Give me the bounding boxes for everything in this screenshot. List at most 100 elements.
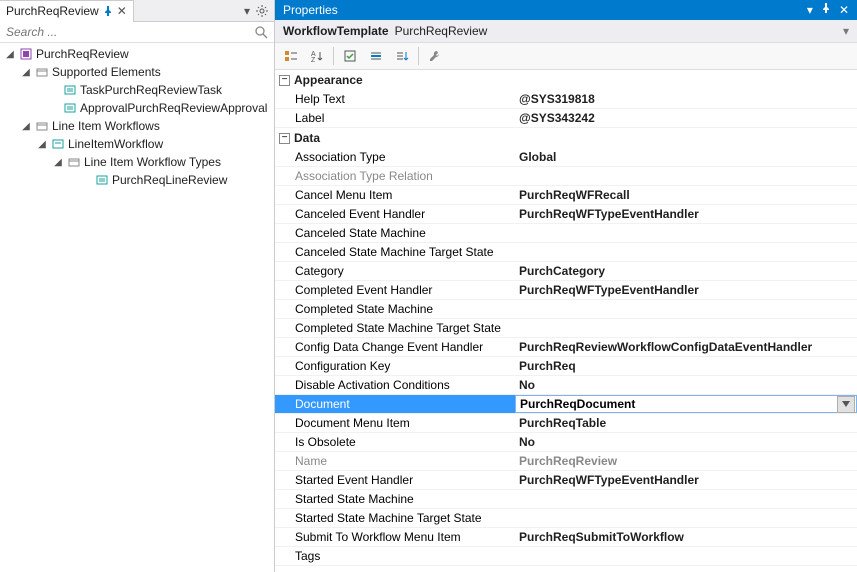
alphabetical-button[interactable]: AZ [305, 45, 329, 67]
dropdown-button[interactable] [837, 396, 855, 413]
property-row[interactable]: Is ObsoleteNo [275, 433, 857, 452]
property-value[interactable]: No [515, 378, 857, 392]
property-row[interactable]: CategoryPurchCategory [275, 262, 857, 281]
search-icon[interactable] [254, 25, 268, 39]
expand-icon[interactable]: ◢ [4, 49, 16, 60]
property-value[interactable]: PurchReqWFTypeEventHandler [515, 283, 857, 297]
property-row[interactable]: Document Menu ItemPurchReqTable [275, 414, 857, 433]
task-icon [63, 83, 77, 97]
property-value[interactable]: No [515, 435, 857, 449]
property-name: Config Data Change Event Handler [275, 340, 515, 354]
property-value[interactable]: @SYS343242 [515, 111, 857, 125]
property-value[interactable]: PurchCategory [515, 264, 857, 278]
property-row[interactable]: Completed State Machine [275, 300, 857, 319]
tree-node-leaf[interactable]: ◢ ApprovalPurchReqReviewApproval [0, 99, 274, 117]
property-row[interactable]: Canceled State Machine Target State [275, 243, 857, 262]
property-row[interactable]: NamePurchReqReview [275, 452, 857, 471]
wrench-button[interactable] [423, 45, 447, 67]
property-value[interactable]: PurchReqReviewWorkflowConfigDataEventHan… [515, 340, 857, 354]
tree-label: TaskPurchReqReviewTask [80, 83, 222, 97]
workflow-template-icon [19, 47, 33, 61]
property-row[interactable]: Association TypeGlobal [275, 148, 857, 167]
property-value[interactable]: PurchReqReview [515, 454, 857, 468]
svg-text:Z: Z [311, 57, 316, 63]
property-value[interactable]: @SYS319818 [515, 92, 857, 106]
tab-title: PurchReqReview [6, 4, 99, 18]
properties-object-header[interactable]: WorkflowTemplate PurchReqReview ▾ [275, 20, 857, 43]
gear-icon[interactable] [256, 5, 268, 17]
close-icon[interactable]: ✕ [117, 4, 127, 18]
property-row[interactable]: Tags [275, 547, 857, 566]
tree-node-leaf[interactable]: ◢ PurchReqLineReview [0, 171, 274, 189]
property-value[interactable]: PurchReqWFTypeEventHandler [515, 207, 857, 221]
expand-icon[interactable]: ◢ [20, 67, 32, 78]
property-name: Canceled Event Handler [275, 207, 515, 221]
property-row[interactable]: Help Text@SYS319818 [275, 90, 857, 109]
dropdown-icon[interactable]: ▾ [244, 4, 250, 18]
property-value[interactable]: PurchReqWFTypeEventHandler [515, 473, 857, 487]
property-row[interactable]: DocumentPurchReqDocument [275, 395, 857, 414]
key-props-button[interactable] [364, 45, 388, 67]
collapse-icon[interactable]: − [279, 75, 290, 86]
property-name: Label [275, 111, 515, 125]
dropdown-icon[interactable]: ▾ [843, 24, 849, 38]
property-value-editor[interactable]: PurchReqDocument [515, 395, 857, 413]
property-row[interactable]: Disable Activation ConditionsNo [275, 376, 857, 395]
property-row[interactable]: Canceled State Machine [275, 224, 857, 243]
property-row[interactable]: Canceled Event HandlerPurchReqWFTypeEven… [275, 205, 857, 224]
tree-node-lineitem-types[interactable]: ◢ Line Item Workflow Types [0, 153, 274, 171]
property-row[interactable]: Started Event HandlerPurchReqWFTypeEvent… [275, 471, 857, 490]
tree-node-leaf[interactable]: ◢ TaskPurchReqReviewTask [0, 81, 274, 99]
property-row[interactable]: Submit To Workflow Menu ItemPurchReqSubm… [275, 528, 857, 547]
property-value[interactable]: PurchReqDocument [516, 397, 837, 411]
property-row[interactable]: Cancel Menu ItemPurchReqWFRecall [275, 186, 857, 205]
property-value[interactable]: PurchReqSubmitToWorkflow [515, 530, 857, 544]
pin-icon[interactable] [821, 3, 831, 17]
property-row[interactable]: Association Type Relation [275, 167, 857, 186]
tree-label: Line Item Workflows [52, 119, 160, 133]
tree-label: ApprovalPurchReqReviewApproval [80, 101, 267, 115]
expand-icon[interactable]: ◢ [36, 139, 48, 150]
collapse-icon[interactable]: − [279, 133, 290, 144]
explorer-tree[interactable]: ◢ PurchReqReview ◢ Supported Elements ◢ … [0, 43, 274, 572]
property-row[interactable]: Label@SYS343242 [275, 109, 857, 128]
categorized-button[interactable] [279, 45, 303, 67]
property-row[interactable]: Completed Event HandlerPurchReqWFTypeEve… [275, 281, 857, 300]
pin-icon[interactable] [103, 6, 113, 16]
property-value[interactable]: PurchReqWFRecall [515, 188, 857, 202]
property-category[interactable]: −Appearance [275, 70, 857, 90]
toolbar-separator [333, 47, 334, 65]
property-name: Completed State Machine [275, 302, 515, 316]
expand-icon[interactable]: ◢ [52, 157, 64, 168]
workflow-type-icon [95, 173, 109, 187]
property-name: Canceled State Machine [275, 226, 515, 240]
property-value[interactable]: PurchReqTable [515, 416, 857, 430]
category-label: Appearance [294, 73, 363, 87]
property-row[interactable]: Started State Machine Target State [275, 509, 857, 528]
property-value[interactable]: PurchReq [515, 359, 857, 373]
approval-icon [63, 101, 77, 115]
tree-node-supported-elements[interactable]: ◢ Supported Elements [0, 63, 274, 81]
property-row[interactable]: Started State Machine [275, 490, 857, 509]
property-row[interactable]: Configuration KeyPurchReq [275, 357, 857, 376]
property-category[interactable]: −Data [275, 128, 857, 148]
tree-node-lineitemworkflow[interactable]: ◢ LineItemWorkflow [0, 135, 274, 153]
required-props-button[interactable] [390, 45, 414, 67]
property-row[interactable]: Config Data Change Event HandlerPurchReq… [275, 338, 857, 357]
toolbar-separator [418, 47, 419, 65]
expand-icon[interactable]: ◢ [20, 121, 32, 132]
property-name: Tags [275, 549, 515, 563]
property-name: Association Type [275, 150, 515, 164]
changed-props-button[interactable] [338, 45, 362, 67]
tree-node-line-item-workflows[interactable]: ◢ Line Item Workflows [0, 117, 274, 135]
search-input[interactable] [6, 25, 250, 39]
property-value[interactable]: Global [515, 150, 857, 164]
close-icon[interactable]: ✕ [839, 3, 849, 17]
properties-panel: Properties ▾ ✕ WorkflowTemplate PurchReq… [275, 0, 857, 572]
tree-node-root[interactable]: ◢ PurchReqReview [0, 45, 274, 63]
property-name: Is Obsolete [275, 435, 515, 449]
explorer-tab[interactable]: PurchReqReview ✕ [0, 0, 134, 22]
dropdown-icon[interactable]: ▾ [807, 3, 813, 17]
properties-grid[interactable]: −AppearanceHelp Text@SYS319818Label@SYS3… [275, 70, 857, 572]
property-row[interactable]: Completed State Machine Target State [275, 319, 857, 338]
